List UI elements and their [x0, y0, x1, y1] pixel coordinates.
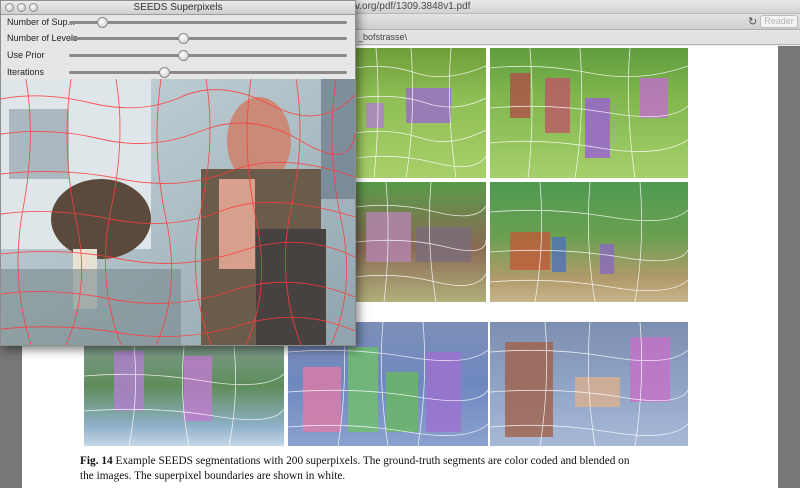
figure-caption: Fig. 14 Example SEEDS segmentations with… [80, 454, 780, 484]
controls-panel: Number of Sup... Number of Levels Use Pr… [1, 15, 355, 79]
use-prior-slider[interactable] [69, 50, 347, 61]
caption-line-1: Example SEEDS segmentations with 200 sup… [115, 455, 630, 467]
figure-image-riders [490, 48, 688, 178]
levels-slider[interactable] [69, 33, 347, 44]
control-label: Number of Levels [7, 33, 78, 43]
bookmark-item[interactable]: _bofstrasse\ [358, 32, 407, 42]
superpixel-overlay [356, 48, 486, 178]
browser-url[interactable]: v.org/pdf/1309.3848v1.pdf [355, 1, 470, 12]
control-label: Number of Sup... [7, 17, 76, 27]
seeds-titlebar[interactable]: SEEDS Superpixels [1, 1, 355, 15]
superpixel-overlay [490, 48, 688, 178]
superpixels-slider[interactable] [69, 17, 347, 28]
superpixel-overlay [84, 346, 284, 446]
seeds-window[interactable]: SEEDS Superpixels Number of Sup... Numbe… [0, 0, 356, 346]
figure-image-river [84, 346, 284, 446]
caption-label: Fig. 14 [80, 455, 113, 467]
control-label: Use Prior [7, 50, 45, 60]
reader-button[interactable]: Reader [760, 15, 798, 28]
figure-image-dogs [490, 322, 688, 446]
superpixel-overlay [490, 322, 688, 446]
slider-thumb[interactable] [177, 50, 189, 61]
figure-image-truck [490, 182, 688, 302]
slider-thumb[interactable] [177, 33, 189, 44]
control-label: Iterations [7, 67, 45, 77]
reload-icon[interactable]: ↻ [748, 15, 757, 28]
figure-image-buildings [356, 182, 486, 302]
caption-line-2: the images. The superpixel boundaries ar… [80, 470, 346, 482]
segmentation-preview [1, 79, 355, 345]
slider-thumb[interactable] [97, 17, 109, 28]
superpixel-overlay [356, 182, 486, 302]
window-title: SEEDS Superpixels [133, 2, 223, 13]
preview-image [1, 79, 355, 345]
iterations-slider[interactable] [69, 67, 347, 78]
figure-image-horse-field [356, 48, 486, 178]
slider-thumb[interactable] [158, 67, 170, 78]
superpixel-overlay [490, 182, 688, 302]
